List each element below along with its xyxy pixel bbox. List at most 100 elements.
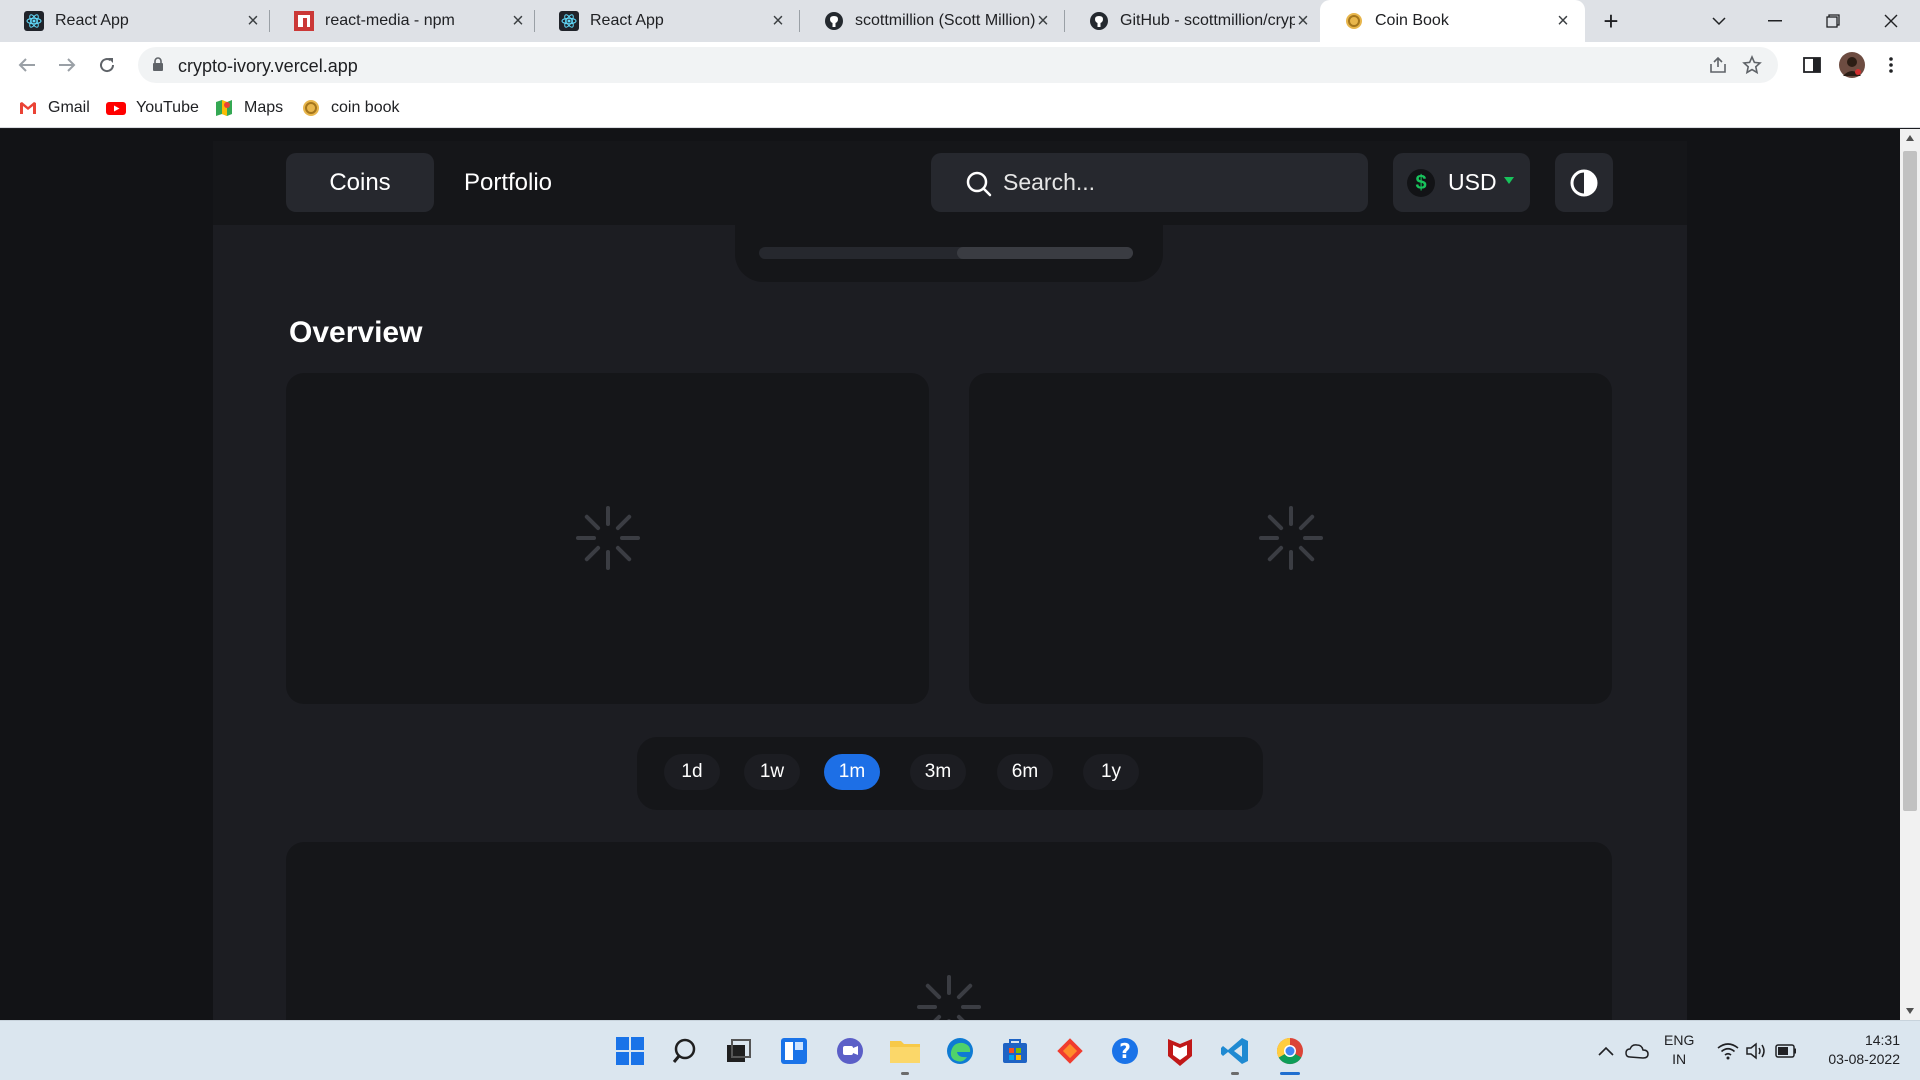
github-icon [1089,11,1109,31]
bookmark-gmail[interactable]: Gmail [18,97,90,119]
widgets-icon[interactable] [776,1033,812,1069]
battery-icon[interactable] [1772,1033,1800,1069]
svg-text:?: ? [1119,1039,1131,1063]
scroll-down-icon[interactable] [1906,1008,1914,1014]
windows-taskbar: ? ENG IN 14:31 03-08-2022 [0,1020,1920,1080]
nav-coins-button[interactable]: Coins [286,153,434,212]
tab-title: React App [55,12,129,29]
range-button-1d[interactable]: 1d [664,754,720,790]
teams-chat-icon[interactable] [832,1033,868,1069]
system-clock[interactable]: 14:31 03-08-2022 [1810,1031,1900,1069]
range-button-6m[interactable]: 6m [997,754,1053,790]
maps-icon [214,98,234,118]
loading-spinner-icon [1256,503,1326,573]
overview-heading: Overview [289,316,423,349]
close-tab-icon[interactable]: × [1293,11,1313,31]
vscode-icon[interactable] [1217,1033,1253,1075]
nav-portfolio-button[interactable]: Portfolio [434,153,582,212]
tab-title: scottmillion (Scott Million) · G [855,12,1035,29]
currency-selector[interactable]: $ USD [1393,153,1530,212]
menu-kebab-icon[interactable] [1876,50,1906,80]
browser-tab[interactable]: React App × [0,0,270,42]
mcafee-icon[interactable] [1162,1033,1198,1069]
bookmark-label: Gmail [48,99,90,116]
onedrive-icon[interactable] [1622,1033,1652,1069]
price-chart-card [286,373,929,704]
tab-search-icon[interactable] [1704,6,1734,36]
restore-icon[interactable] [1818,6,1848,36]
dollar-icon: $ [1407,169,1435,197]
range-button-1w[interactable]: 1w [744,754,800,790]
close-tab-icon[interactable]: × [508,11,528,31]
contrast-icon [1569,168,1599,198]
browser-tab-active[interactable]: Coin Book × [1320,0,1585,42]
wifi-icon[interactable] [1714,1033,1742,1069]
tab-strip: React App × react-media - npm × React Ap… [0,0,1920,42]
theme-toggle-button[interactable] [1555,153,1613,212]
browser-tab[interactable]: React App × [535,0,800,42]
close-tab-icon[interactable]: × [768,11,788,31]
chrome-icon[interactable] [1272,1033,1308,1075]
volume-icon[interactable] [1742,1033,1770,1069]
share-icon[interactable] [1708,55,1728,75]
region-code: IN [1672,1051,1687,1067]
tab-title: GitHub - scottmillion/crypto [1120,12,1295,29]
close-tab-icon[interactable]: × [243,11,263,31]
close-tab-icon[interactable]: × [1553,11,1573,31]
side-panel-icon[interactable] [1797,50,1827,80]
lock-icon[interactable] [152,57,164,72]
git-icon[interactable] [1052,1033,1088,1069]
range-button-3m[interactable]: 3m [910,754,966,790]
close-tab-icon[interactable]: × [1033,11,1053,31]
browser-tab[interactable]: GitHub - scottmillion/crypto × [1065,0,1320,42]
react-icon [24,11,44,31]
scroll-up-icon[interactable] [1906,135,1914,141]
search-icon[interactable] [668,1033,704,1069]
task-view-icon[interactable] [720,1033,756,1069]
page-scrollbar[interactable] [1900,129,1920,1020]
browser-tab[interactable]: react-media - npm × [270,0,535,42]
bookmarks-bar: Gmail YouTube Maps coin book [0,88,1920,128]
star-icon[interactable] [1742,55,1762,75]
app-container: Coins Portfolio Search... $ USD Overview [213,141,1687,1020]
show-hidden-icons-icon[interactable] [1592,1033,1620,1069]
gmail-icon [18,98,38,118]
ticker-progress-bar [957,247,1133,259]
file-explorer-icon[interactable] [887,1033,923,1075]
store-icon[interactable] [997,1033,1033,1069]
back-icon[interactable] [12,50,42,80]
clock-time: 14:31 [1864,1032,1900,1048]
search-input[interactable]: Search... [931,153,1368,212]
scrollbar-thumb[interactable] [1903,151,1917,811]
ticker-progress-track [759,247,1133,259]
range-button-1m[interactable]: 1m [824,754,880,790]
volume-chart-card [969,373,1612,704]
omnibox[interactable]: crypto-ivory.vercel.app [138,47,1778,83]
coin-icon [1344,11,1364,31]
bookmark-coin-book[interactable]: coin book [301,97,400,119]
page-viewport: Coins Portfolio Search... $ USD Overview [0,129,1900,1020]
running-indicator [901,1072,909,1075]
active-indicator [1280,1072,1300,1075]
browser-tab[interactable]: scottmillion (Scott Million) · G × [800,0,1065,42]
url-text: crypto-ivory.vercel.app [178,56,358,76]
bookmark-youtube[interactable]: YouTube [106,97,199,119]
bookmark-label: coin book [331,99,400,116]
loading-spinner-icon [914,972,984,1020]
forward-icon[interactable] [52,50,82,80]
range-button-1y[interactable]: 1y [1083,754,1139,790]
windows-start-icon[interactable] [612,1033,648,1069]
running-indicator [1231,1072,1239,1075]
close-window-icon[interactable] [1876,6,1906,36]
caret-down-icon [1504,177,1514,184]
edge-icon[interactable] [942,1033,978,1069]
new-tab-icon[interactable]: + [1596,6,1626,36]
bookmark-maps[interactable]: Maps [214,97,283,119]
avatar[interactable] [1837,50,1867,80]
react-icon [559,11,579,31]
input-language[interactable]: ENG IN [1664,1031,1694,1069]
help-icon[interactable]: ? [1107,1033,1143,1069]
minimize-icon[interactable] [1760,6,1790,36]
lang-code: ENG [1664,1032,1695,1048]
reload-icon[interactable] [92,50,122,80]
